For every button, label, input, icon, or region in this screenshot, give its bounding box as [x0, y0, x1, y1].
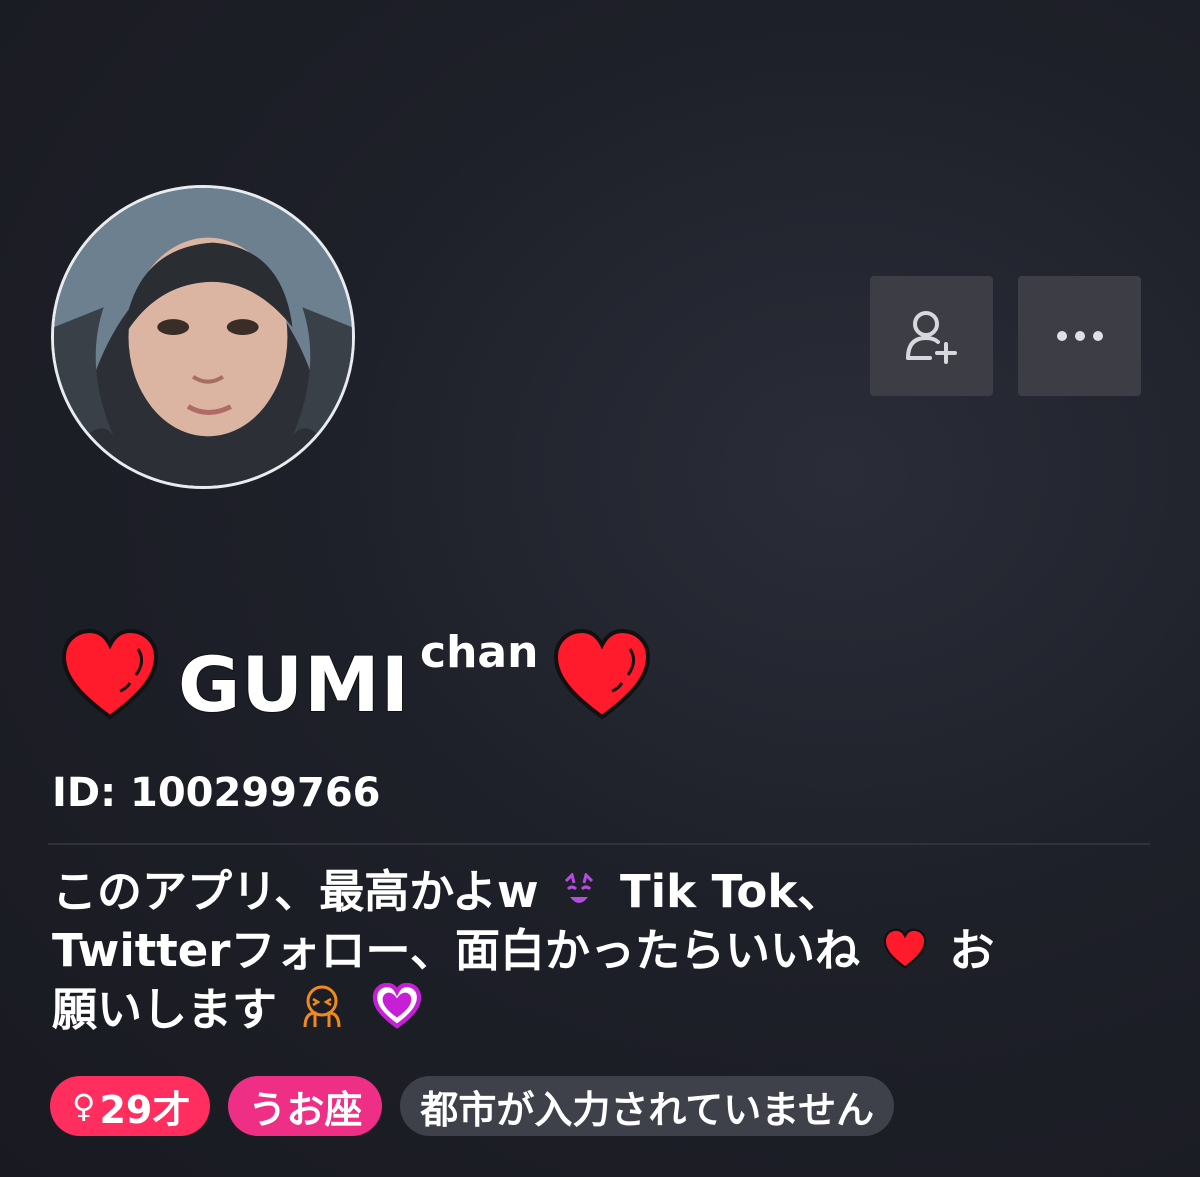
city-label: 都市が入力されていません	[420, 1087, 875, 1132]
female-icon: ♀	[72, 1087, 96, 1125]
profile-tags: ♀ 29才 うお座 都市が入力されていません	[50, 1076, 895, 1136]
profile-name-suffix: chan	[420, 627, 539, 678]
user-id: ID: 100299766	[52, 770, 381, 816]
smiling-devil-emoji-icon	[560, 866, 598, 925]
profile-name: GUMI chan	[60, 620, 652, 730]
more-horizontal-icon	[1056, 331, 1103, 341]
bio-text: Tik Tok、	[619, 865, 843, 918]
city-tag: 都市が入力されていません	[400, 1076, 895, 1136]
zodiac-tag: うお座	[228, 1076, 383, 1136]
heart-icon	[552, 627, 652, 723]
divider	[48, 843, 1150, 845]
profile-bio: このアプリ、最高かよw Tik Tok、 Twitterフォロー、面白かったらい…	[52, 862, 1162, 1039]
heart-emoji-icon	[882, 925, 928, 984]
profile-avatar[interactable]	[51, 185, 355, 489]
heart-icon	[60, 627, 160, 723]
zodiac-label: うお座	[248, 1087, 363, 1132]
pleading-person-emoji-icon	[299, 983, 345, 1043]
age-label: 29才	[99, 1087, 191, 1132]
follow-button[interactable]	[870, 276, 993, 396]
purple-heart-emoji-icon	[372, 982, 422, 1043]
more-options-button[interactable]	[1018, 276, 1141, 396]
bio-text: 願いします	[52, 983, 278, 1036]
avatar-photo	[54, 188, 352, 486]
profile-name-main: GUMI	[177, 640, 410, 729]
bio-text: このアプリ、最高かよw	[52, 865, 539, 918]
age-tag: ♀ 29才	[50, 1076, 211, 1136]
bio-text: Twitterフォロー、面白かったらいいね	[52, 924, 861, 977]
add-user-icon	[905, 311, 957, 364]
bio-text: お	[949, 924, 995, 977]
